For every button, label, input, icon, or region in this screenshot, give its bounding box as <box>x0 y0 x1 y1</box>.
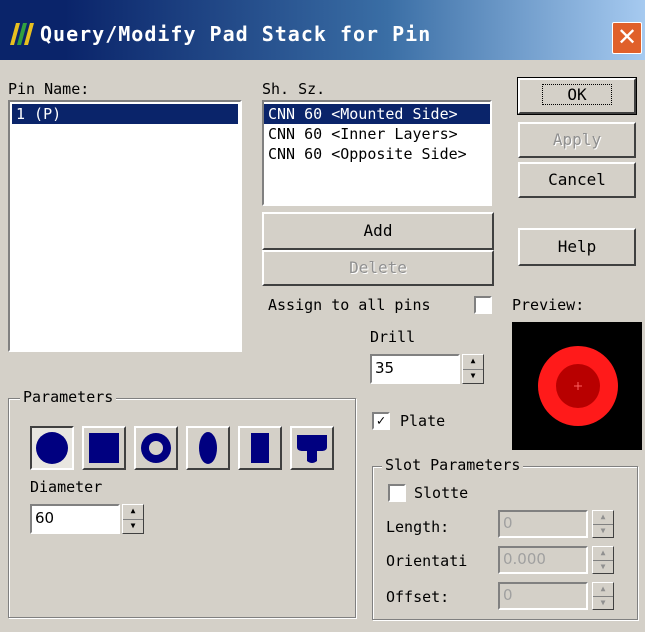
sh-sz-list[interactable]: CNN 60 <Mounted Side> CNN 60 <Inner Laye… <box>262 100 492 206</box>
pin-name-list[interactable]: 1 (P) <box>8 100 242 352</box>
list-item[interactable]: 1 (P) <box>12 104 238 124</box>
spin-down-icon[interactable]: ▼ <box>593 596 613 609</box>
help-button[interactable]: Help <box>518 228 636 266</box>
spin-down-icon[interactable]: ▼ <box>463 369 483 383</box>
list-item[interactable]: CNN 60 <Opposite Side> <box>264 144 490 164</box>
drill-label: Drill <box>370 328 416 346</box>
round-pad-button[interactable] <box>30 426 74 470</box>
ok-button[interactable]: OK <box>517 77 637 115</box>
plate-label-text: Plate <box>400 412 446 430</box>
spin-down-icon[interactable]: ▼ <box>593 560 613 573</box>
list-item[interactable]: CNN 60 <Inner Layers> <box>264 124 490 144</box>
orientation-stepper[interactable]: ▲ ▼ <box>592 546 614 574</box>
plate-checkbox[interactable]: ✓ <box>372 412 390 430</box>
annular-pad-icon <box>141 433 171 463</box>
orientation-label: Orientati <box>386 552 468 570</box>
thermal-pad-icon <box>297 435 327 463</box>
spin-up-icon[interactable]: ▲ <box>123 505 143 519</box>
assign-all-label: Assign to all pins <box>268 296 431 314</box>
oval-pad-button[interactable] <box>186 426 230 470</box>
slotted-label: Slotte <box>414 484 469 502</box>
thermal-pad-button[interactable] <box>290 426 334 470</box>
spin-up-icon[interactable]: ▲ <box>593 547 613 560</box>
annular-pad-button[interactable] <box>134 426 178 470</box>
app-icon <box>8 21 36 47</box>
diameter-input[interactable]: 60 <box>30 504 120 534</box>
slotted-checkbox[interactable] <box>388 484 406 502</box>
spin-up-icon[interactable]: ▲ <box>593 511 613 524</box>
spin-down-icon[interactable]: ▼ <box>123 519 143 533</box>
spin-up-icon[interactable]: ▲ <box>593 583 613 596</box>
slot-parameters-title: Slot Parameters <box>382 456 524 474</box>
ok-button-label: OK <box>542 84 612 105</box>
orientation-input[interactable]: 0.000 <box>498 546 588 574</box>
plate-label: Plate <box>400 412 445 430</box>
parameters-title: Parameters <box>20 388 117 406</box>
apply-button[interactable]: Apply <box>518 122 636 158</box>
sh-sz-label: Sh. Sz. <box>262 80 326 98</box>
rectangle-pad-icon <box>251 433 269 463</box>
assign-all-checkbox[interactable] <box>474 296 492 314</box>
delete-button[interactable]: Delete <box>262 250 494 286</box>
window-title: Query/Modify Pad Stack for Pin <box>40 22 432 46</box>
offset-input[interactable]: 0 <box>498 582 588 610</box>
drill-stepper[interactable]: ▲ ▼ <box>462 354 484 384</box>
help-button-label: Help <box>557 237 597 256</box>
length-stepper[interactable]: ▲ ▼ <box>592 510 614 538</box>
square-pad-button[interactable] <box>82 426 126 470</box>
pad-preview-icon <box>538 346 618 426</box>
spin-down-icon[interactable]: ▼ <box>593 524 613 537</box>
spin-up-icon[interactable]: ▲ <box>463 355 483 369</box>
length-label: Length: <box>386 518 450 536</box>
preview-canvas <box>512 322 642 450</box>
drill-input[interactable]: 35 <box>370 354 460 384</box>
diameter-stepper[interactable]: ▲ ▼ <box>122 504 144 534</box>
diameter-label: Diameter <box>30 478 103 496</box>
pin-name-label: Pin Name: <box>8 80 90 98</box>
preview-label: Preview: <box>512 296 585 314</box>
add-button[interactable]: Add <box>262 212 494 250</box>
close-button[interactable]: ✕ <box>612 22 642 54</box>
oval-pad-icon <box>199 432 217 464</box>
offset-label: Offset: <box>386 588 450 606</box>
cancel-button[interactable]: Cancel <box>518 162 636 198</box>
list-item[interactable]: CNN 60 <Mounted Side> <box>264 104 490 124</box>
close-icon: ✕ <box>616 23 638 51</box>
round-pad-icon <box>36 432 68 464</box>
offset-stepper[interactable]: ▲ ▼ <box>592 582 614 610</box>
rectangle-pad-button[interactable] <box>238 426 282 470</box>
length-input[interactable]: 0 <box>498 510 588 538</box>
square-pad-icon <box>89 433 119 463</box>
